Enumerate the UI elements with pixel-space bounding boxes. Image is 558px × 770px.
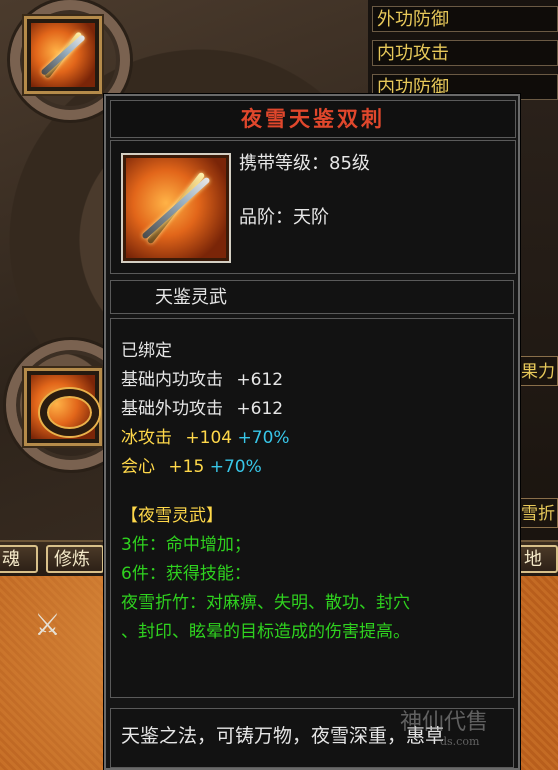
stat-value: +15 [168, 457, 205, 477]
stat-line: 基础外功攻击 +612 [121, 395, 513, 424]
side-panel [518, 100, 558, 540]
tab-land[interactable]: 地 [516, 545, 558, 573]
ring-icon [31, 375, 99, 439]
stat-value: +612 [236, 370, 284, 390]
stat-label: 基础外功攻击 [121, 399, 223, 419]
item-grade: 品阶：天阶 [239, 207, 329, 228]
stat-row-outer-defense: 外功防御 [372, 6, 558, 32]
stat-line: 会心 +15 +70% [121, 453, 513, 482]
bound-status: 已绑定 [121, 341, 172, 361]
equip-slot-weapon[interactable] [24, 16, 102, 94]
stat-line: 冰攻击 +104 +70% [121, 424, 513, 453]
stat-row-inner-attack: 内功攻击 [372, 40, 558, 66]
tab-soul[interactable]: 魂 [0, 545, 38, 573]
item-name: 夜雪天鉴双刺 [110, 100, 516, 138]
stat-value: +612 [236, 399, 284, 419]
item-attributes: 已绑定 基础内功攻击 +612 基础外功攻击 +612 冰攻击 +104 +70… [110, 318, 514, 698]
stat-label: 会心 [121, 457, 155, 477]
stat-value: +104 [185, 428, 233, 448]
carry-level: 携带等级：85级 [239, 153, 370, 174]
crossed-swords-icon: ⚔ [34, 608, 61, 643]
side-tab-skill[interactable]: 雪折 [518, 498, 558, 528]
set-bonus-6: 6件：获得技能： [121, 564, 251, 584]
set-bonus-3: 3件：命中增加； [121, 535, 251, 555]
item-header: 携带等级：85级 品阶：天阶 [110, 140, 516, 274]
equip-slot-ring[interactable] [24, 368, 102, 446]
item-category: 天鉴灵武 [110, 280, 514, 314]
watermark-sub: ds.com [440, 735, 480, 748]
tab-cultivate[interactable]: 修炼 [46, 545, 104, 573]
set-skill-line-2: 、封印、眩晕的目标造成的伤害提高。 [121, 622, 410, 642]
stat-label: 基础内功攻击 [121, 370, 223, 390]
watermark-text: 神仙代售 [400, 710, 489, 735]
set-name: 【夜雪灵武】 [121, 506, 223, 526]
stat-bonus: +70% [237, 428, 290, 448]
twin-spear-icon [126, 158, 226, 258]
stat-label: 冰攻击 [121, 428, 172, 448]
side-tab-effect[interactable]: 果力 [518, 356, 558, 386]
watermark: 神仙代售 ds.com [400, 710, 558, 750]
weapon-icon [31, 23, 95, 87]
stat-bonus: +70% [209, 457, 262, 477]
item-icon [121, 153, 231, 263]
item-tooltip: 夜雪天鉴双刺 携带等级：85级 品阶：天阶 天鉴灵武 已绑定 基础内功攻击 +6… [104, 94, 520, 770]
set-skill-line-1: 夜雪折竹：对麻痹、失明、散功、封穴 [121, 593, 410, 613]
stat-line: 基础内功攻击 +612 [121, 366, 513, 395]
